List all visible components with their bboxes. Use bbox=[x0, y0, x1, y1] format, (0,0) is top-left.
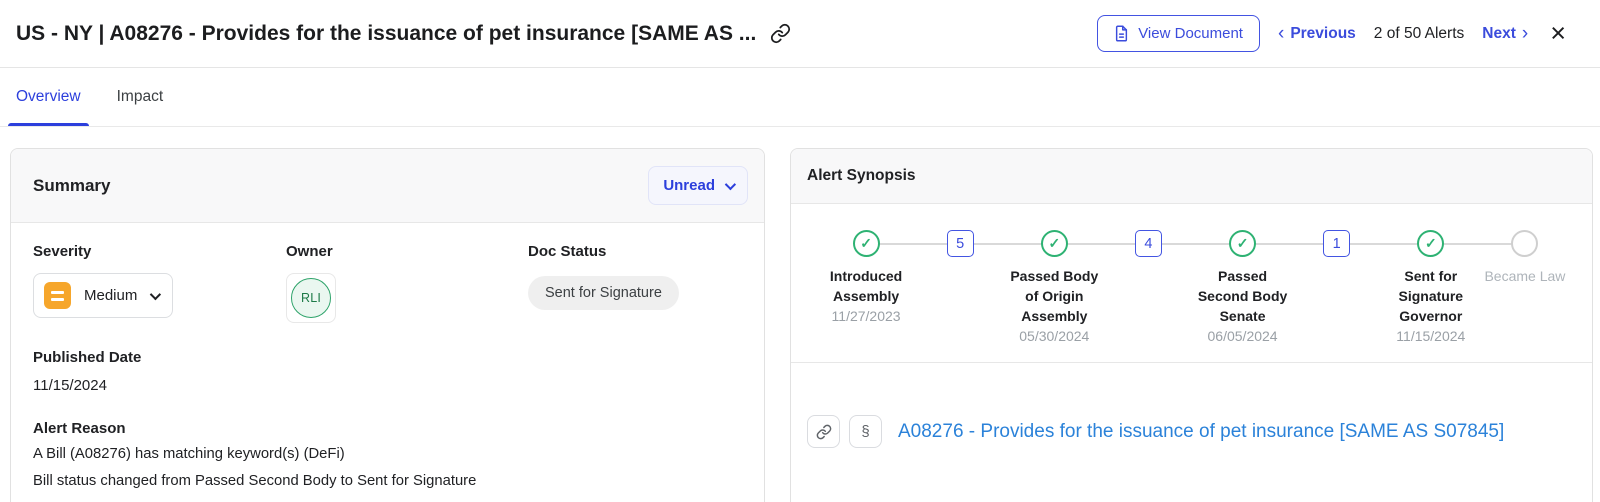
bill-progress-stepper: ✓ Introduced Assembly 11/27/2023 5 ✓ Pas… bbox=[791, 204, 1592, 363]
chevron-left-icon: ‹ bbox=[1278, 24, 1284, 43]
owner-label: Owner bbox=[286, 243, 528, 260]
step-complete-icon: ✓ bbox=[1041, 230, 1068, 257]
read-status-label: Unread bbox=[663, 177, 715, 194]
summary-card: Summary Unread Severity Medium Owner bbox=[10, 148, 765, 502]
stepper-gap: 1 bbox=[1290, 230, 1384, 362]
step-label: Became Law bbox=[1484, 266, 1565, 286]
previous-button[interactable]: ‹ Previous bbox=[1278, 24, 1356, 43]
alert-synopsis-card: Alert Synopsis ✓ Introduced Assembly 11/… bbox=[790, 148, 1593, 502]
stepper-gap: 5 bbox=[913, 230, 1007, 362]
alert-reason-field: Alert Reason A Bill (A08276) has matchin… bbox=[33, 420, 742, 491]
copy-link-icon[interactable] bbox=[770, 23, 791, 44]
alert-reason-line: Bill status changed from Passed Second B… bbox=[33, 471, 742, 491]
gap-count-badge: 4 bbox=[1135, 230, 1162, 257]
synopsis-card-header: Alert Synopsis bbox=[791, 149, 1592, 204]
header-actions: View Document ‹ Previous 2 of 50 Alerts … bbox=[1097, 15, 1566, 52]
view-document-label: View Document bbox=[1138, 25, 1243, 42]
step-date: 06/05/2024 bbox=[1208, 328, 1278, 344]
gap-count-badge: 1 bbox=[1323, 230, 1350, 257]
chevron-down-icon bbox=[725, 178, 736, 189]
alert-reason-label: Alert Reason bbox=[33, 420, 742, 437]
step-pending-icon bbox=[1511, 230, 1538, 257]
stepper-step: ✓ Introduced Assembly 11/27/2023 bbox=[819, 230, 913, 362]
view-document-button[interactable]: View Document bbox=[1097, 15, 1260, 52]
owner-selector[interactable]: RLI bbox=[286, 273, 336, 323]
severity-value: Medium bbox=[84, 287, 137, 304]
summary-fields-row: Severity Medium Owner RLI Doc Status Sen bbox=[33, 243, 742, 323]
tab-bar: Overview Impact bbox=[0, 68, 1600, 127]
next-button[interactable]: Next › bbox=[1482, 24, 1528, 43]
section-sign-icon: § bbox=[861, 423, 869, 440]
previous-label: Previous bbox=[1290, 25, 1355, 43]
tab-overview[interactable]: Overview bbox=[8, 68, 89, 126]
read-status-dropdown[interactable]: Unread bbox=[648, 166, 748, 205]
step-label: Introduced Assembly bbox=[830, 266, 902, 306]
severity-label: Severity bbox=[33, 243, 286, 260]
published-date-field: Published Date 11/15/2024 bbox=[33, 349, 742, 396]
step-label: Sent for Signature Governor bbox=[1399, 266, 1464, 326]
copy-link-button[interactable] bbox=[807, 415, 840, 448]
alert-position: 2 of 50 Alerts bbox=[1374, 25, 1464, 43]
bill-link-row: § A08276 - Provides for the issuance of … bbox=[791, 363, 1592, 468]
alert-detail-panel: US - NY | A08276 - Provides for the issu… bbox=[0, 0, 1600, 502]
section-symbol-button[interactable]: § bbox=[849, 415, 882, 448]
next-label: Next bbox=[1482, 25, 1516, 43]
step-complete-icon: ✓ bbox=[1229, 230, 1256, 257]
doc-status-badge: Sent for Signature bbox=[528, 276, 679, 310]
owner-avatar: RLI bbox=[291, 278, 331, 318]
bill-link[interactable]: A08276 - Provides for the issuance of pe… bbox=[898, 421, 1504, 443]
summary-card-body: Severity Medium Owner RLI Doc Status Sen bbox=[11, 223, 764, 502]
chevron-down-icon bbox=[150, 288, 161, 299]
summary-title: Summary bbox=[33, 176, 110, 196]
published-date-value: 11/15/2024 bbox=[33, 376, 742, 396]
alert-reason-line: A Bill (A08276) has matching keyword(s) … bbox=[33, 444, 742, 464]
severity-medium-icon bbox=[44, 282, 71, 309]
step-complete-icon: ✓ bbox=[853, 230, 880, 257]
stepper-step: Became Law bbox=[1478, 230, 1572, 362]
close-icon: × bbox=[1550, 18, 1566, 48]
stepper-step: ✓ Sent for Signature Governor 11/15/2024 bbox=[1384, 230, 1478, 362]
summary-card-header: Summary Unread bbox=[11, 149, 764, 223]
step-date: 11/27/2023 bbox=[832, 308, 901, 324]
synopsis-title: Alert Synopsis bbox=[807, 167, 916, 185]
doc-status-field: Doc Status Sent for Signature bbox=[528, 243, 765, 323]
document-icon bbox=[1114, 25, 1129, 42]
step-date: 11/15/2024 bbox=[1396, 328, 1465, 344]
published-date-label: Published Date bbox=[33, 349, 742, 366]
step-label: Passed Body of Origin Assembly bbox=[1010, 266, 1098, 326]
step-date: 05/30/2024 bbox=[1019, 328, 1089, 344]
stepper-step: ✓ Passed Body of Origin Assembly 05/30/2… bbox=[1007, 230, 1101, 362]
doc-status-label: Doc Status bbox=[528, 243, 765, 260]
severity-field: Severity Medium bbox=[33, 243, 286, 323]
step-label: Passed Second Body Senate bbox=[1198, 266, 1287, 326]
stepper-step: ✓ Passed Second Body Senate 06/05/2024 bbox=[1196, 230, 1290, 362]
stepper-gap: 4 bbox=[1101, 230, 1195, 362]
close-button[interactable]: × bbox=[1550, 20, 1566, 47]
owner-field: Owner RLI bbox=[286, 243, 528, 323]
gap-count-badge: 5 bbox=[947, 230, 974, 257]
step-complete-icon: ✓ bbox=[1417, 230, 1444, 257]
header: US - NY | A08276 - Provides for the issu… bbox=[0, 0, 1600, 68]
link-icon bbox=[816, 424, 832, 440]
severity-select[interactable]: Medium bbox=[33, 273, 173, 318]
chevron-right-icon: › bbox=[1522, 24, 1528, 43]
page-title: US - NY | A08276 - Provides for the issu… bbox=[16, 22, 756, 46]
tab-impact[interactable]: Impact bbox=[109, 68, 172, 126]
